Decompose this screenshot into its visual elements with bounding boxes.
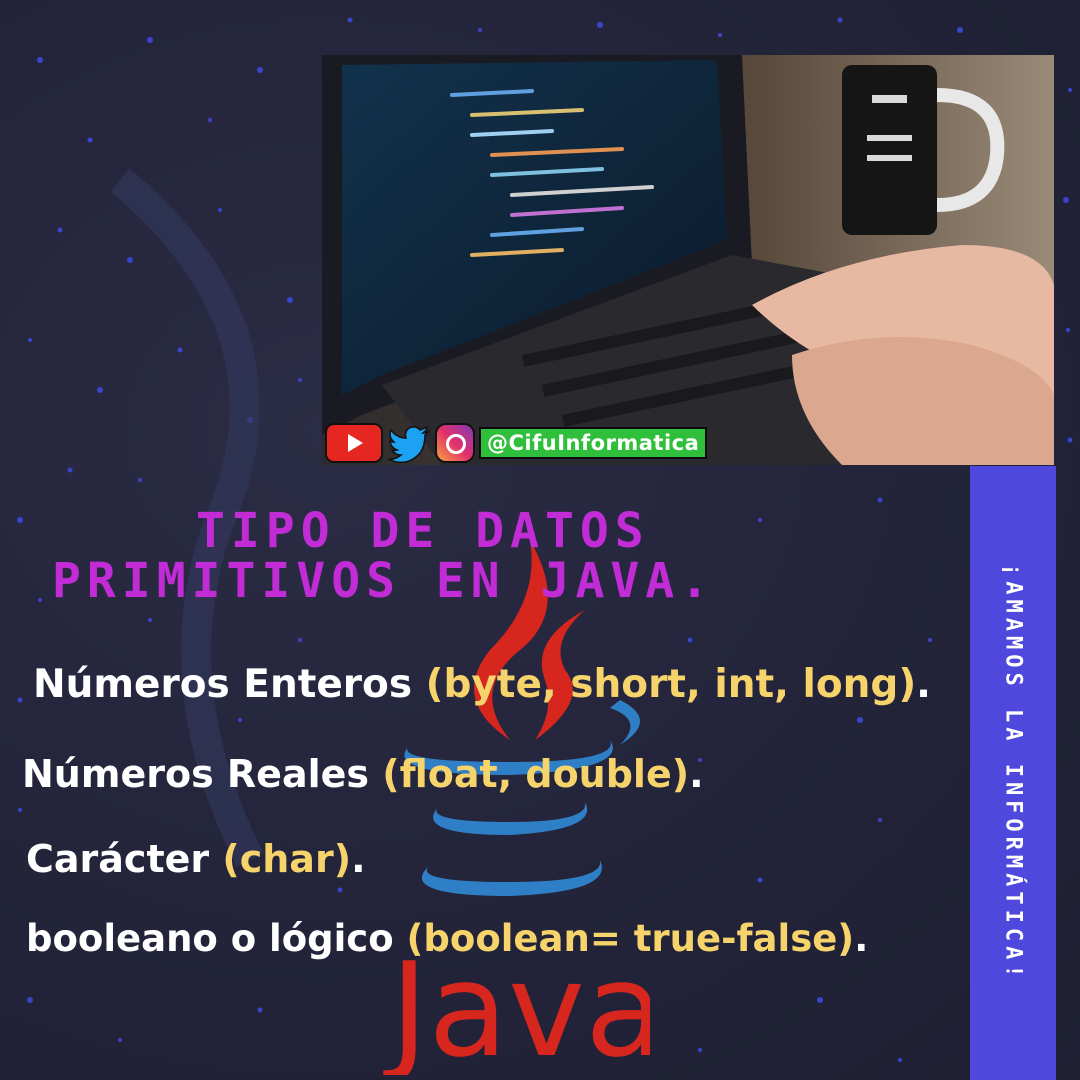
laptop-coding-photo: [322, 55, 1054, 465]
item-end: .: [351, 837, 366, 881]
social-handle: @CifuInformatica: [479, 427, 708, 459]
list-item: Números Reales (float, double).: [22, 752, 704, 796]
item-label: Números Enteros: [33, 662, 426, 707]
item-end: .: [689, 752, 704, 796]
item-label: booleano o lógico: [26, 917, 407, 960]
social-bar: @CifuInformatica: [325, 422, 708, 464]
slogan-text: ¡AMAMOS LA INFORMÁTICA!: [1000, 563, 1026, 983]
item-types: (float, double): [382, 752, 690, 796]
page-title-line1: TIPO DE DATOS: [196, 503, 650, 559]
list-item: Carácter (char).: [26, 837, 366, 881]
post-canvas: @CifuInformatica Java TIPO DE DATOS PRIM…: [0, 0, 1080, 1080]
slogan-sidebar: ¡AMAMOS LA INFORMÁTICA!: [970, 466, 1056, 1080]
item-label: Carácter: [26, 837, 223, 881]
item-types: (byte, short, int, long): [425, 662, 917, 707]
page-title-line2: PRIMITIVOS EN JAVA.: [52, 553, 716, 609]
item-types: (char): [222, 837, 352, 881]
list-item: booleano o lógico (boolean= true-false).: [26, 917, 868, 960]
item-types: (boolean= true-false): [406, 917, 855, 960]
java-logo-icon: Java: [383, 540, 650, 1075]
twitter-icon: [387, 425, 430, 463]
instagram-icon: [435, 423, 475, 463]
item-end: .: [916, 662, 931, 707]
item-label: Números Reales: [22, 752, 383, 796]
youtube-icon: [325, 423, 383, 463]
item-end: .: [854, 917, 869, 960]
list-item: Números Enteros (byte, short, int, long)…: [33, 662, 931, 707]
